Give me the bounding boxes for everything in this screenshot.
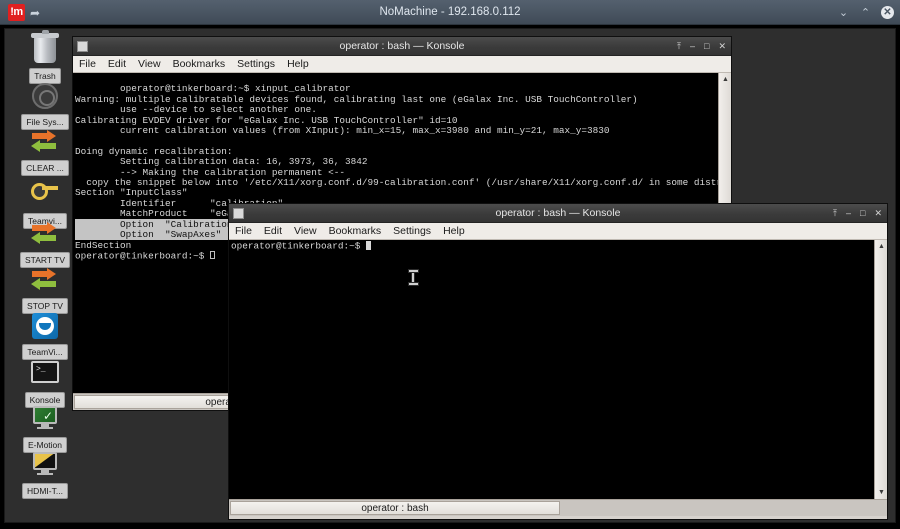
terminal-prompt: operator@tinkerboard:~$ (231, 241, 366, 252)
menu-item-settings[interactable]: Settings (393, 225, 431, 237)
filesystem-icon (28, 83, 62, 113)
close-icon[interactable]: ✕ (718, 42, 726, 51)
window2-menubar: File Edit View Bookmarks Settings Help (229, 223, 887, 240)
nomachine-window-title: NoMachine - 192.168.0.112 (0, 0, 900, 25)
minimize-icon[interactable]: – (690, 42, 695, 51)
window2-scrollbar[interactable]: ▲ ▼ (874, 240, 887, 499)
menu-item-help[interactable]: Help (443, 225, 465, 237)
menu-item-bookmarks[interactable]: Bookmarks (329, 225, 382, 237)
menu-item-view[interactable]: View (294, 225, 317, 237)
terminal-cursor (210, 251, 215, 260)
terminal-icon: >_ (28, 361, 62, 391)
maximize-icon[interactable]: ⌃ (859, 6, 872, 19)
window1-titlebar[interactable]: operator : bash — Konsole ⤒ – □ ✕ (73, 37, 731, 56)
arrows-exchange-icon (28, 129, 62, 159)
desktop-icon-hdmi-test[interactable]: HDMI-T... (11, 449, 79, 504)
terminal-text-after: EndSection (75, 240, 131, 251)
desktop-icon-label: HDMI-T... (22, 483, 68, 499)
window2-titlebar[interactable]: operator : bash — Konsole ⤒ – □ ✕ (229, 204, 887, 223)
konsole-window-2[interactable]: operator : bash — Konsole ⤒ – □ ✕ File E… (228, 203, 888, 520)
window2-terminal-body[interactable]: operator@tinkerboard:~$ ▲ ▼ (229, 240, 887, 499)
menu-item-edit[interactable]: Edit (108, 58, 126, 70)
menu-item-settings[interactable]: Settings (237, 58, 275, 70)
menu-item-file[interactable]: File (79, 58, 96, 70)
window2-terminal-output[interactable]: operator@tinkerboard:~$ (231, 241, 873, 499)
monitor-hdmi-icon (28, 452, 62, 482)
window1-controls: ⤒ – □ ✕ (677, 37, 726, 56)
terminal-prompt: operator@tinkerboard:~$ (75, 250, 210, 261)
close-icon[interactable]: ✕ (881, 6, 894, 19)
menu-item-view[interactable]: View (138, 58, 161, 70)
shade-icon[interactable]: ⤒ (833, 209, 837, 218)
maximize-icon[interactable]: □ (704, 42, 709, 51)
window1-title: operator : bash — Konsole (73, 37, 731, 56)
scroll-up-icon[interactable]: ▲ (876, 241, 887, 252)
arrows-exchange-icon (28, 267, 62, 297)
close-icon[interactable]: ✕ (874, 209, 882, 218)
terminal-cursor (366, 241, 371, 250)
window2-tabbar: operator : bash (229, 499, 887, 516)
teamviewer-icon (28, 313, 62, 343)
menu-item-file[interactable]: File (235, 225, 252, 237)
key-icon (28, 182, 62, 212)
monitor-check-icon: ✓ (28, 406, 62, 436)
window2-tab[interactable]: operator : bash (230, 501, 560, 515)
scroll-down-icon[interactable]: ▼ (876, 487, 887, 498)
scroll-up-icon[interactable]: ▲ (720, 74, 731, 85)
window2-title: operator : bash — Konsole (229, 204, 887, 223)
screen: !m ➦ NoMachine - 192.168.0.112 ⌄ ⌃ ✕ Tra… (0, 0, 900, 529)
trash-icon (28, 37, 62, 67)
minimize-icon[interactable]: – (846, 209, 851, 218)
menu-item-help[interactable]: Help (287, 58, 309, 70)
shade-icon[interactable]: ⤒ (677, 42, 681, 51)
menu-item-edit[interactable]: Edit (264, 225, 282, 237)
minimize-icon[interactable]: ⌄ (837, 6, 850, 19)
terminal-text-before: operator@tinkerboard:~$ xinput_calibrato… (75, 83, 731, 219)
maximize-icon[interactable]: □ (860, 209, 865, 218)
arrows-exchange-icon (28, 221, 62, 251)
menu-item-bookmarks[interactable]: Bookmarks (173, 58, 226, 70)
nomachine-titlebar: !m ➦ NoMachine - 192.168.0.112 ⌄ ⌃ ✕ (0, 0, 900, 25)
window2-controls: ⤒ – □ ✕ (833, 204, 882, 223)
window1-menubar: File Edit View Bookmarks Settings Help (73, 56, 731, 73)
nomachine-window-controls: ⌄ ⌃ ✕ (837, 0, 894, 25)
